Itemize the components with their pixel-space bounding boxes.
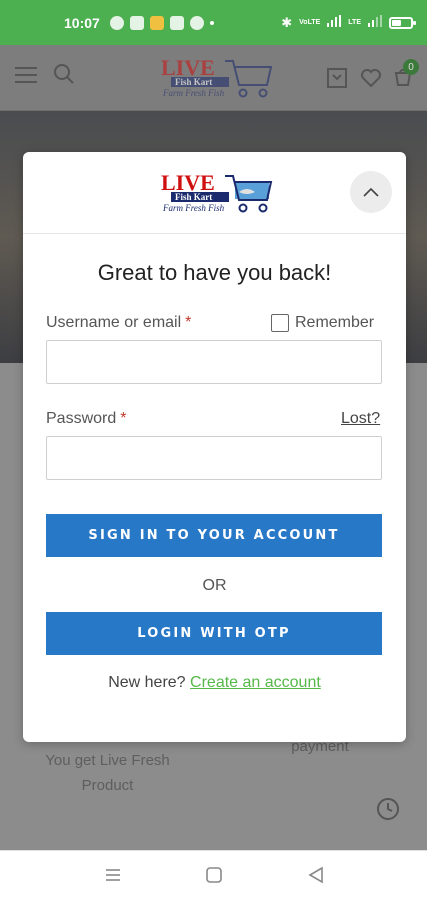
clock-icon[interactable]	[376, 797, 400, 821]
required-mark: *	[120, 410, 127, 427]
home-icon[interactable]	[205, 866, 223, 884]
password-label-text: Password	[46, 410, 117, 427]
username-label: Username or email *	[46, 314, 191, 332]
chevron-up-icon	[363, 187, 379, 197]
signal-icon-1	[327, 15, 342, 30]
logo-line2: Fish Kart	[175, 192, 212, 202]
signal-label-1: VoLTE	[299, 19, 321, 26]
header-logo[interactable]: LIVE Fish Kart Farm Fresh Fish	[155, 53, 275, 103]
modal-logo: LIVE Fish Kart Farm Fresh Fish	[161, 170, 273, 213]
or-separator: OR	[202, 577, 227, 594]
create-account-link[interactable]: Create an account	[190, 674, 321, 691]
collapse-button[interactable]	[350, 171, 392, 213]
message-icon	[129, 15, 144, 30]
menu-icon[interactable]	[15, 67, 37, 83]
svg-text:Fish Kart: Fish Kart	[175, 77, 212, 87]
remember-checkbox[interactable]: Remember	[271, 314, 374, 332]
battery-icon	[389, 16, 416, 29]
new-here-text: New here?	[108, 674, 186, 691]
search-icon[interactable]	[53, 63, 75, 85]
status-time: 10:07	[64, 14, 100, 31]
checkbox-box[interactable]	[271, 314, 289, 332]
recent-apps-icon[interactable]	[104, 866, 122, 884]
notification-icons	[109, 15, 214, 30]
modal-divider	[23, 233, 406, 234]
lost-password-link[interactable]: Lost?	[341, 410, 380, 428]
more-notifications-dot	[209, 20, 214, 25]
chat-icon	[189, 15, 204, 30]
required-mark: *	[185, 314, 192, 331]
signal-label-2: LTE	[348, 19, 361, 26]
bluetooth-icon: ✱	[281, 14, 293, 30]
app-notification-icon	[149, 15, 164, 30]
navigation-bar	[0, 850, 427, 900]
password-label: Password *	[46, 410, 126, 428]
svg-text:Farm Fresh Fish: Farm Fresh Fish	[162, 88, 225, 98]
remember-label: Remember	[295, 314, 375, 331]
system-icons: ✱ VoLTE LTE	[281, 14, 416, 31]
cart-count-badge: 0	[403, 59, 419, 75]
heart-icon[interactable]	[360, 67, 382, 89]
modal-title: Great to have you back!	[97, 260, 332, 285]
back-icon[interactable]	[307, 866, 325, 884]
username-label-text: Username or email	[46, 314, 182, 331]
login-otp-button[interactable]: LOGIN WITH OTP	[46, 612, 382, 655]
login-modal: LIVE Fish Kart Farm Fresh Fish Great to …	[23, 152, 406, 742]
feature-text-left: You get Live Fresh Product	[45, 752, 170, 794]
site-header: LIVE Fish Kart Farm Fresh Fish 0	[0, 45, 427, 111]
password-input[interactable]	[46, 436, 382, 480]
signup-prompt: New here? Create an account	[23, 674, 406, 692]
whatsapp-icon	[109, 15, 124, 30]
camera-icon	[169, 15, 184, 30]
username-input[interactable]	[46, 340, 382, 384]
sign-in-button[interactable]: SIGN IN TO YOUR ACCOUNT	[46, 514, 382, 557]
signal-icon-2	[368, 15, 382, 30]
status-bar: 10:07 ✱ VoLTE LTE	[0, 0, 427, 45]
logo-tagline: Farm Fresh Fish	[162, 203, 225, 213]
compare-icon[interactable]	[326, 67, 348, 89]
